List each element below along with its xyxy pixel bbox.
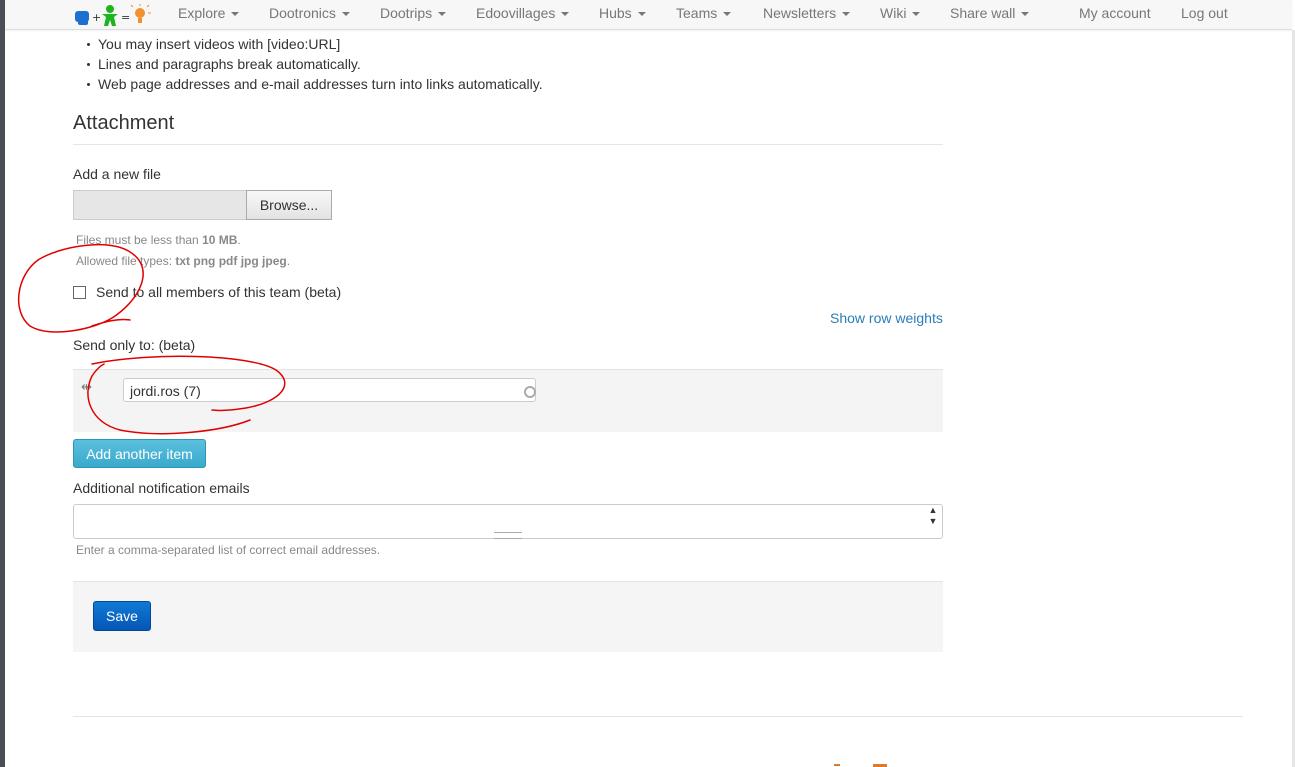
top-navbar: + = Explore Dootronics Dootrips Edoovill… — [5, 0, 1292, 30]
notification-emails-help: Enter a comma-separated list of correct … — [76, 543, 381, 557]
nav-dootrips[interactable]: Dootrips — [380, 0, 447, 29]
file-types-help: Allowed file types: txt png pdf jpg jpeg… — [76, 254, 290, 268]
file-size-help: Files must be less than 10 MB. — [76, 233, 241, 247]
caret-down-icon — [341, 12, 350, 17]
site-logo[interactable]: + = — [73, 3, 159, 27]
window-left-edge — [0, 0, 5, 767]
drag-handle-icon[interactable]: ⇹ — [81, 379, 92, 395]
caret-down-icon — [723, 12, 732, 17]
send-only-label: Send only to: (beta) — [73, 337, 196, 353]
textarea-resize-grip[interactable] — [494, 532, 522, 539]
footer-decoration — [834, 764, 840, 766]
add-file-label: Add a new file — [73, 166, 161, 182]
send-to-all-checkbox[interactable] — [73, 286, 86, 299]
nav-newsletters-label: Newsletters — [763, 5, 837, 21]
file-types-help-text: Allowed file types: — [76, 254, 176, 268]
nav-wiki-label: Wiki — [880, 5, 907, 21]
save-button[interactable]: Save — [93, 601, 151, 631]
form-actions — [73, 581, 943, 652]
caret-down-icon — [637, 12, 646, 17]
notification-emails-label: Additional notification emails — [73, 480, 250, 496]
caret-down-icon — [561, 12, 570, 17]
svg-text:=: = — [121, 11, 130, 24]
nav-dootrips-label: Dootrips — [380, 5, 433, 21]
nav-my-account[interactable]: My account — [1079, 0, 1151, 29]
nav-newsletters[interactable]: Newsletters — [763, 0, 851, 29]
add-another-item-button[interactable]: Add another item — [73, 439, 206, 468]
nav-edoovillages[interactable]: Edoovillages — [476, 0, 570, 29]
attachment-heading: Attachment — [73, 112, 175, 134]
nav-hubs[interactable]: Hubs — [599, 0, 646, 29]
file-size-help-text: Files must be less than — [76, 233, 203, 247]
nav-wiki[interactable]: Wiki — [880, 0, 921, 29]
format-tip: Web page addresses and e-mail addresses … — [85, 74, 543, 94]
nav-my-account-label: My account — [1079, 5, 1151, 21]
nav-share-wall-label: Share wall — [950, 5, 1016, 21]
file-size-limit: 10 MB — [202, 233, 238, 247]
svg-text:+: + — [92, 11, 101, 24]
caret-down-icon — [1021, 12, 1030, 17]
caret-down-icon — [438, 12, 447, 17]
format-tip: You may insert videos with [video:URL] — [85, 34, 543, 54]
nav-edoovillages-label: Edoovillages — [476, 5, 556, 21]
caret-down-icon — [231, 12, 240, 17]
nav-dootronics-label: Dootronics — [269, 5, 336, 21]
nav-teams[interactable]: Teams — [676, 0, 732, 29]
file-path-field[interactable] — [73, 190, 247, 220]
file-types-list: txt png pdf jpg jpeg — [175, 254, 287, 268]
footer-divider — [73, 716, 1243, 717]
caret-down-icon — [912, 12, 921, 17]
file-size-help-end: . — [237, 233, 241, 247]
nav-teams-label: Teams — [676, 5, 718, 21]
file-types-help-end: . — [286, 254, 291, 268]
format-tip: Lines and paragraphs break automatically… — [85, 54, 543, 74]
send-to-all-label: Send to all members of this team (beta) — [96, 284, 342, 300]
show-row-weights-link[interactable]: Show row weights — [830, 310, 943, 326]
nav-explore[interactable]: Explore — [178, 0, 240, 29]
nav-share-wall[interactable]: Share wall — [950, 0, 1030, 29]
nav-hubs-label: Hubs — [599, 5, 632, 21]
browse-button[interactable]: Browse... — [246, 190, 332, 220]
nav-dootronics[interactable]: Dootronics — [269, 0, 350, 29]
caret-down-icon — [842, 12, 851, 17]
recipient-autocomplete-input[interactable]: jordi.ros (7) — [123, 378, 536, 402]
nav-explore-label: Explore — [178, 5, 226, 21]
autocomplete-throbber-icon — [524, 386, 536, 398]
nav-log-out[interactable]: Log out — [1181, 0, 1228, 29]
attachment-divider — [73, 144, 943, 145]
format-tips-list: You may insert videos with [video:URL] L… — [85, 34, 543, 94]
nav-log-out-label: Log out — [1181, 5, 1228, 21]
textarea-spinner-icon[interactable]: ▲ ▼ — [925, 505, 941, 529]
